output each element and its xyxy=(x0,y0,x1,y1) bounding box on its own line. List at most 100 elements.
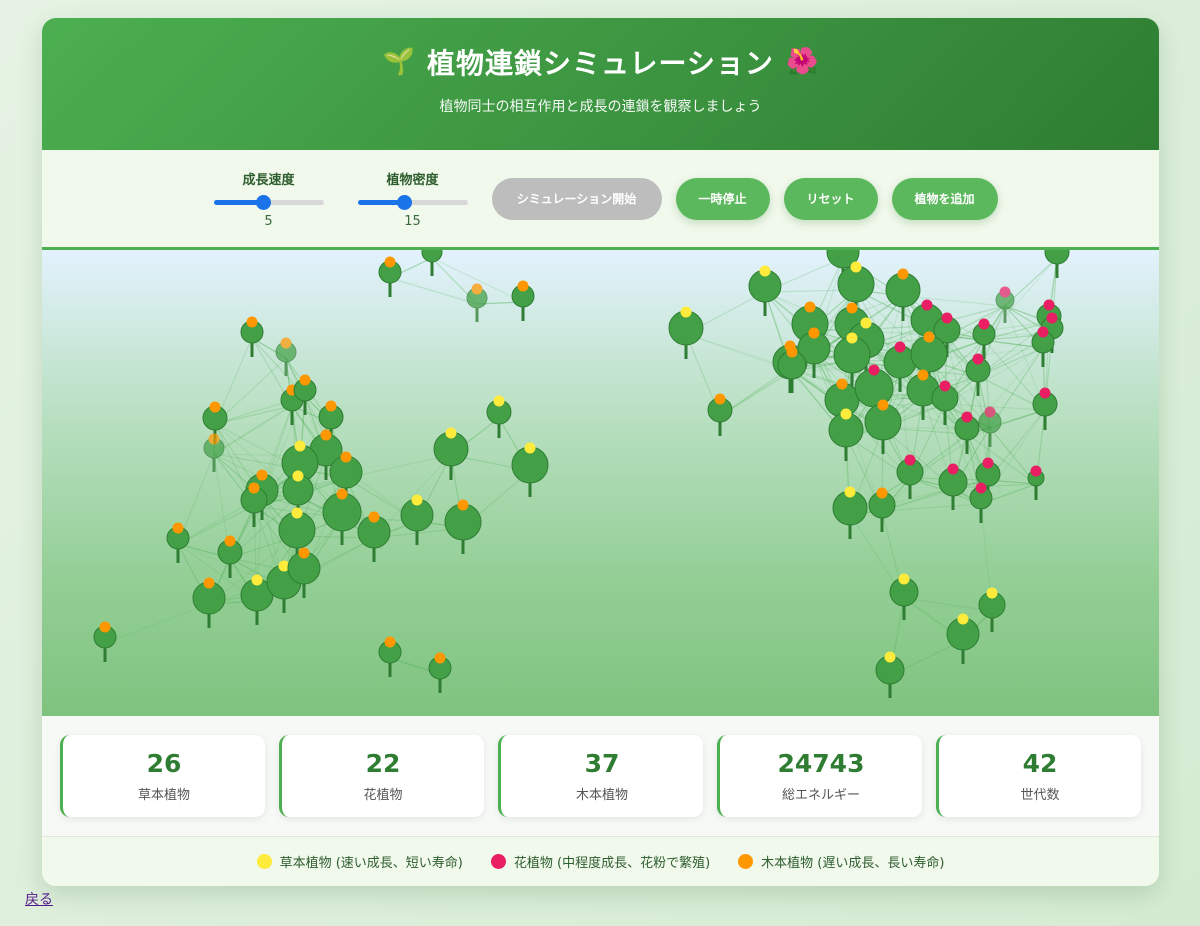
back-link[interactable]: 戻る xyxy=(25,889,53,909)
reset-button[interactable]: リセット xyxy=(783,177,878,220)
tree-plant[interactable] xyxy=(466,283,488,323)
tree-bud xyxy=(299,374,311,386)
plant-canopy xyxy=(421,250,443,263)
add-plant-button[interactable]: 植物を追加 xyxy=(891,177,998,220)
flower-bud xyxy=(939,380,951,392)
tree-plant[interactable] xyxy=(93,621,117,663)
tree-bud xyxy=(280,337,292,349)
flower-bud xyxy=(975,482,987,494)
simulation-canvas[interactable] xyxy=(42,250,1159,716)
herb-plant[interactable] xyxy=(748,265,782,317)
tree-bud xyxy=(209,401,221,413)
flower-bud xyxy=(1039,387,1051,399)
tree-bud xyxy=(248,482,260,494)
tree-plant[interactable] xyxy=(378,256,402,298)
herb-plant[interactable] xyxy=(978,587,1006,633)
legend: 草本植物 (速い成長、短い寿命) 花植物 (中程度成長、花粉で繁殖) 木本植物 … xyxy=(42,836,1159,886)
herb-plant[interactable] xyxy=(433,427,469,481)
tree-plant[interactable] xyxy=(707,393,733,437)
slider-thumb[interactable] xyxy=(256,194,271,210)
herb-bud xyxy=(898,573,910,585)
tree-bud xyxy=(434,652,446,664)
tree-bud xyxy=(203,577,215,589)
stat-label: 世代数 xyxy=(1020,788,1060,803)
herb-plant[interactable] xyxy=(946,613,980,665)
herb-plant[interactable] xyxy=(832,486,868,540)
tree-bud xyxy=(340,451,352,463)
stat-label: 木本植物 xyxy=(575,788,628,803)
flower-bud xyxy=(999,286,1011,298)
tree-plant[interactable] xyxy=(868,487,896,533)
pause-button[interactable]: 一時停止 xyxy=(675,177,770,220)
header: 🌱 植物連鎖シミュレーション 🌺 植物同士の相互作用と成長の連鎖を観察しましょう xyxy=(42,18,1159,150)
tree-bud xyxy=(876,487,888,499)
tree-bud xyxy=(804,301,816,313)
herb-plant[interactable] xyxy=(668,306,704,360)
stat-value: 24743 xyxy=(777,749,865,778)
plant-density-slider[interactable] xyxy=(357,194,468,210)
tree-bud xyxy=(256,469,268,481)
stat-value: 26 xyxy=(146,749,182,778)
stat-label: 総エネルギー xyxy=(781,788,860,803)
tree-plant[interactable] xyxy=(378,636,402,678)
slider-thumb[interactable] xyxy=(396,194,412,210)
flower-bud xyxy=(961,411,973,423)
tree-plant[interactable] xyxy=(203,433,225,473)
start-simulation-button[interactable]: シミュレーション開始 xyxy=(491,177,662,220)
growth-speed-control: 成長速度 5 xyxy=(213,169,325,229)
herb-color-dot xyxy=(256,854,272,869)
flower-color-dot xyxy=(490,854,506,869)
herb-bud xyxy=(251,574,263,586)
plant-field xyxy=(93,250,1070,699)
herb-plant[interactable] xyxy=(875,651,905,699)
flower-plant[interactable] xyxy=(1027,465,1045,501)
tree-bud xyxy=(457,499,469,511)
stat-value: 37 xyxy=(584,749,620,778)
tree-plant[interactable] xyxy=(1044,250,1070,278)
stats-panel: 26 草本植物 22 花植物 37 木本植物 24743 総エネルギー 42 世… xyxy=(42,716,1159,836)
herb-plant[interactable] xyxy=(421,250,443,276)
tree-plant[interactable] xyxy=(511,280,535,322)
herb-plant[interactable] xyxy=(400,494,434,546)
tree-bud xyxy=(897,268,909,280)
flower-plant[interactable] xyxy=(1032,387,1058,431)
tree-plant[interactable] xyxy=(192,577,226,629)
plant-density-label: 植物密度 xyxy=(386,172,439,188)
flower-bud xyxy=(921,299,933,311)
seedling-icon: 🌱 xyxy=(382,47,416,77)
tree-plant[interactable] xyxy=(444,499,482,555)
flower-bud xyxy=(1037,326,1049,338)
herb-bud xyxy=(291,507,303,519)
flower-bud xyxy=(1043,299,1055,311)
herb-plant[interactable] xyxy=(828,408,864,462)
flower-plant[interactable] xyxy=(995,286,1015,324)
stat-card-energy: 24743 総エネルギー xyxy=(717,735,922,817)
flower-plant[interactable] xyxy=(938,463,968,511)
growth-speed-slider[interactable] xyxy=(213,194,324,210)
tree-color-dot xyxy=(738,854,754,869)
herb-plant[interactable] xyxy=(889,573,919,621)
flower-bud xyxy=(1046,312,1058,324)
tree-plant[interactable] xyxy=(275,337,297,377)
legend-item-flower: 花植物 (中程度成長、花粉で繁殖) xyxy=(490,852,710,871)
tree-bud xyxy=(714,393,726,405)
stat-card-generation: 42 世代数 xyxy=(936,735,1141,817)
flower-bud xyxy=(868,364,880,376)
legend-item-tree: 木本植物 (遅い成長、長い寿命) xyxy=(738,852,944,871)
herb-bud xyxy=(445,427,457,439)
tree-bud xyxy=(471,283,483,295)
herb-bud xyxy=(846,332,858,344)
tree-plant[interactable] xyxy=(166,522,190,564)
stat-card-herb: 26 草本植物 xyxy=(60,735,265,817)
stat-label: 花植物 xyxy=(363,788,403,803)
page-subtitle: 植物同士の相互作用と成長の連鎖を観察しましょう xyxy=(439,99,762,115)
herb-plant[interactable] xyxy=(511,442,549,498)
tree-plant[interactable] xyxy=(428,652,452,694)
stat-value: 42 xyxy=(1022,749,1058,778)
tree-bud xyxy=(923,331,935,343)
flower-icon: 🌺 xyxy=(785,47,819,77)
tree-bud xyxy=(99,621,111,633)
herb-bud xyxy=(292,470,304,482)
tree-bud xyxy=(336,488,348,500)
tree-bud xyxy=(368,511,380,523)
